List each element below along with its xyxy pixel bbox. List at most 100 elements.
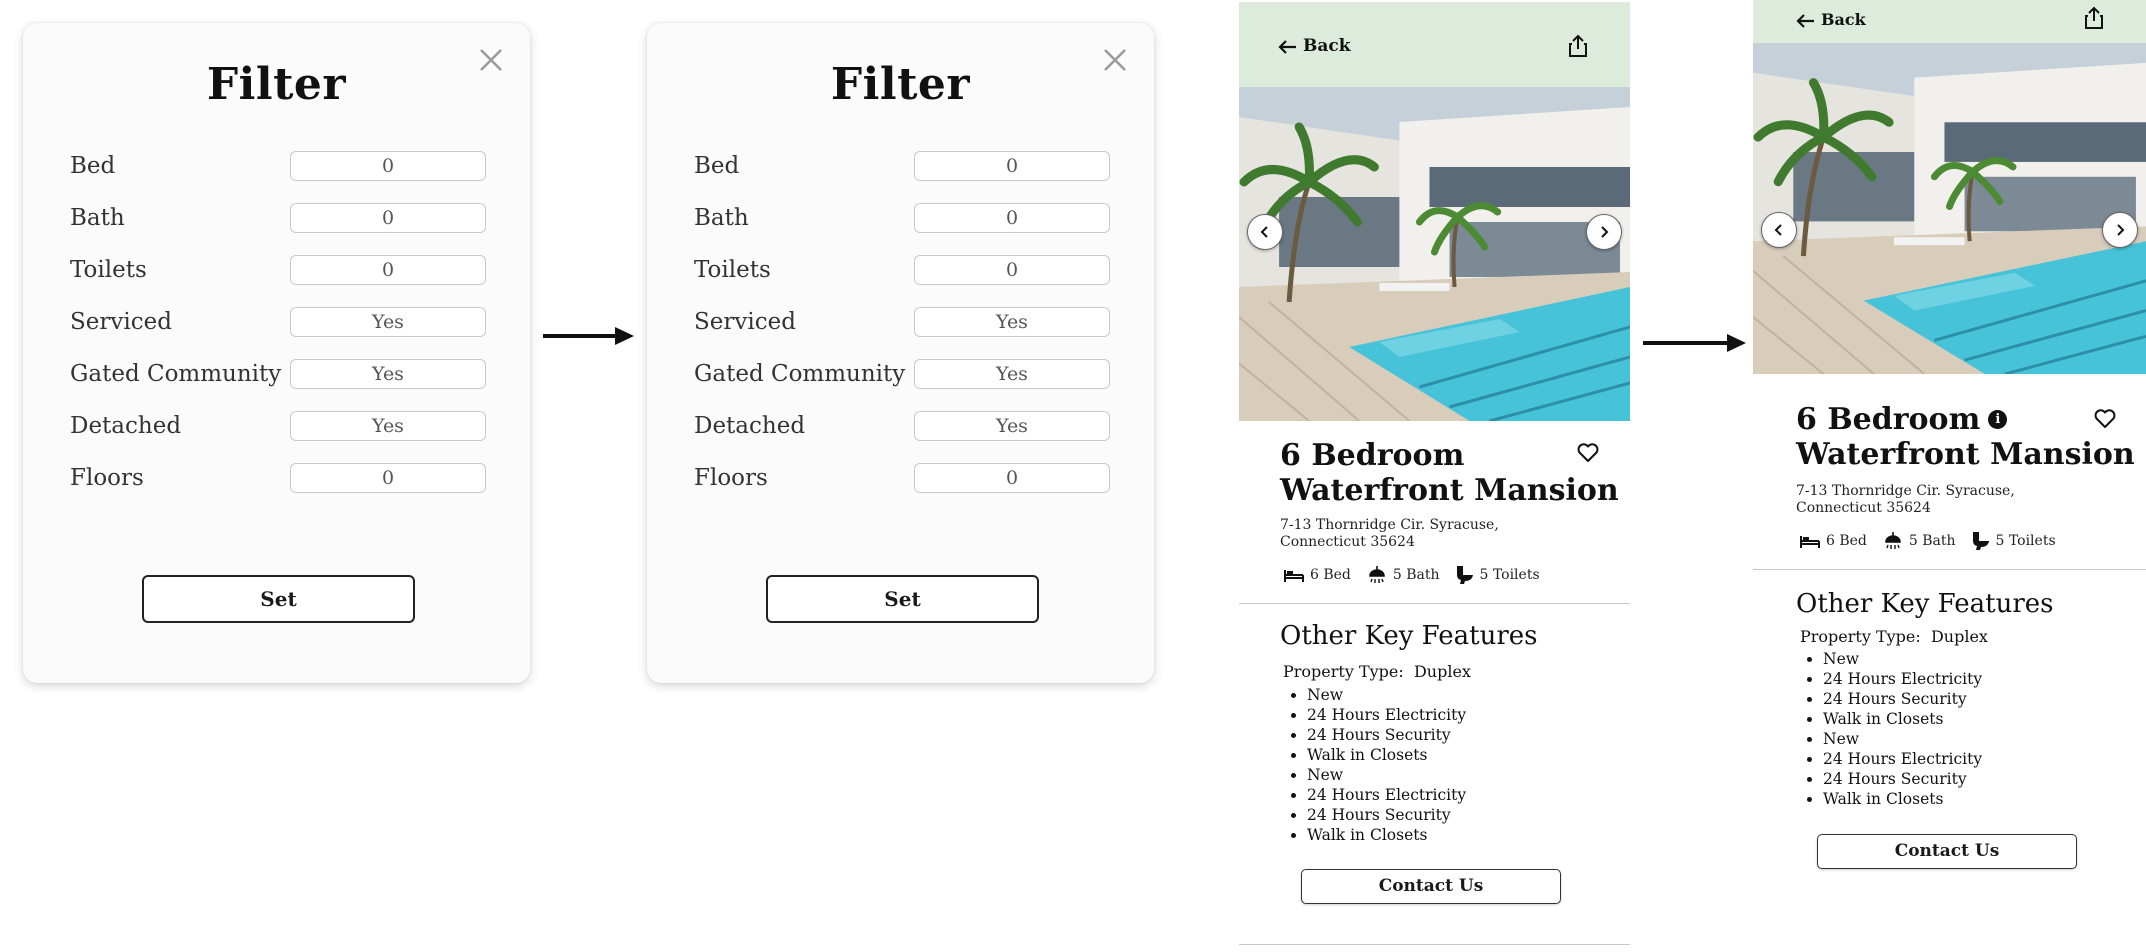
- contact-us-button[interactable]: Contact Us: [1301, 869, 1561, 904]
- property-title-line: Waterfront Mansion: [1796, 437, 2135, 472]
- property-type: Property Type: Duplex: [1800, 627, 1988, 646]
- property-detail-screen: Back: [1753, 0, 2146, 942]
- property-title-line-text: 6 Bedroom: [1796, 402, 1981, 437]
- filter-input-bed[interactable]: 0: [914, 151, 1110, 181]
- filter-select-serviced[interactable]: Yes: [290, 307, 486, 337]
- filter-modal: Filter Bed 0 Bath 0 Toilets 0 Serviced Y…: [23, 23, 530, 683]
- property-type-value: Duplex: [1930, 627, 1988, 646]
- shower-icon: [1885, 532, 1901, 549]
- feature-item: Walk in Closets: [1307, 825, 1466, 845]
- filter-label: Bed: [694, 153, 740, 179]
- feature-item: 24 Hours Security: [1307, 725, 1466, 745]
- set-button[interactable]: Set: [142, 575, 415, 623]
- filter-select-gated-community[interactable]: Yes: [914, 359, 1110, 389]
- filter-title: Filter: [830, 59, 971, 110]
- property-address: 7-13 Thornridge Cir. Syracuse, Connectic…: [1280, 517, 1499, 550]
- toilet-icon: [1456, 566, 1473, 584]
- filter-row-toilets: Toilets 0: [694, 255, 1110, 285]
- property-title-line: 6 Bedroom: [1280, 438, 1465, 473]
- filter-row-detached: Detached Yes: [70, 411, 486, 441]
- filter-row-toilets: Toilets 0: [70, 255, 486, 285]
- filter-input-toilets[interactable]: 0: [914, 255, 1110, 285]
- filter-label: Floors: [694, 465, 768, 491]
- feature-item: Walk in Closets: [1307, 745, 1466, 765]
- filter-input-bed[interactable]: 0: [290, 151, 486, 181]
- amenity-toilets-label: 5 Toilets: [1479, 567, 1540, 583]
- share-icon[interactable]: [2084, 6, 2104, 34]
- divider: [1239, 944, 1630, 945]
- filter-row-serviced: Serviced Yes: [70, 307, 486, 337]
- back-label: Back: [1821, 10, 1866, 29]
- filter-row-bath: Bath 0: [694, 203, 1110, 233]
- back-label: Back: [1303, 36, 1351, 56]
- filter-select-detached[interactable]: Yes: [914, 411, 1110, 441]
- feature-item: 24 Hours Security: [1307, 805, 1466, 825]
- amenity-bath: 5 Bath: [1367, 565, 1440, 585]
- filter-select-detached[interactable]: Yes: [290, 411, 486, 441]
- share-icon[interactable]: [1568, 34, 1588, 62]
- filter-input-bath[interactable]: 0: [914, 203, 1110, 233]
- property-address: 7-13 Thornridge Cir. Syracuse, Connectic…: [1796, 483, 2015, 516]
- amenity-bed: 6 Bed: [1800, 533, 1867, 549]
- filter-row-floors: Floors 0: [70, 463, 486, 493]
- features-list: New 24 Hours Electricity 24 Hours Securi…: [1280, 685, 1466, 845]
- set-button[interactable]: Set: [766, 575, 1039, 623]
- filter-row-gated-community: Gated Community Yes: [70, 359, 486, 389]
- feature-item: Walk in Closets: [1823, 709, 1982, 729]
- filter-input-bath[interactable]: 0: [290, 203, 486, 233]
- feature-item: 24 Hours Electricity: [1307, 785, 1466, 805]
- feature-item: New: [1307, 685, 1466, 705]
- filter-label: Bath: [694, 205, 749, 231]
- previous-photo-button[interactable]: [1247, 214, 1283, 250]
- filter-label: Toilets: [70, 257, 147, 283]
- filter-select-serviced[interactable]: Yes: [914, 307, 1110, 337]
- shower-icon: [1369, 566, 1385, 583]
- arrow-right-icon: [1643, 334, 1746, 352]
- heart-icon[interactable]: [1577, 443, 1599, 467]
- amenity-toilets: 5 Toilets: [1972, 531, 2056, 551]
- filter-modal: Filter Bed 0 Bath 0 Toilets 0 Serviced Y…: [647, 23, 1154, 683]
- filter-input-toilets[interactable]: 0: [290, 255, 486, 285]
- contact-us-button[interactable]: Contact Us: [1817, 834, 2077, 869]
- filter-row-floors: Floors 0: [694, 463, 1110, 493]
- filter-row-serviced: Serviced Yes: [694, 307, 1110, 337]
- filter-label: Gated Community: [70, 361, 282, 387]
- filter-label: Gated Community: [694, 361, 906, 387]
- feature-item: 24 Hours Security: [1823, 769, 1982, 789]
- amenity-toilets-label: 5 Toilets: [1995, 533, 2056, 549]
- filter-input-floors[interactable]: 0: [290, 463, 486, 493]
- feature-item: 24 Hours Security: [1823, 689, 1982, 709]
- amenity-bath-label: 5 Bath: [1908, 533, 1956, 549]
- previous-photo-button[interactable]: [1761, 212, 1797, 248]
- filter-input-floors[interactable]: 0: [914, 463, 1110, 493]
- back-button[interactable]: Back: [1277, 36, 1351, 56]
- bed-icon: [1800, 536, 1820, 548]
- property-type-label: Property Type:: [1800, 627, 1921, 646]
- heart-icon[interactable]: [2094, 409, 2116, 433]
- feature-item: 24 Hours Electricity: [1823, 669, 1982, 689]
- amenities-row: 6 Bed 5 Bath 5 Toilets: [1284, 565, 1556, 585]
- amenity-bed: 6 Bed: [1284, 567, 1351, 583]
- feature-item: 24 Hours Electricity: [1307, 705, 1466, 725]
- info-icon[interactable]: i: [1988, 410, 2008, 429]
- arrow-right-icon: [543, 327, 634, 345]
- top-bar: Back: [1753, 0, 2146, 43]
- chevron-right-icon: [1601, 226, 1609, 238]
- chevron-left-icon: [1774, 224, 1782, 236]
- amenity-bed-label: 6 Bed: [1826, 533, 1867, 549]
- next-photo-button[interactable]: [2102, 212, 2138, 248]
- property-title-line: Waterfront Mansion: [1280, 473, 1619, 508]
- property-type-value: Duplex: [1413, 662, 1471, 681]
- filter-label: Bed: [70, 153, 116, 179]
- filter-row-bed: Bed 0: [70, 151, 486, 181]
- filter-label: Bath: [70, 205, 125, 231]
- filter-row-gated-community: Gated Community Yes: [694, 359, 1110, 389]
- back-button[interactable]: Back: [1795, 10, 1866, 29]
- divider: [1753, 569, 2146, 570]
- filter-label: Serviced: [70, 309, 172, 335]
- toilet-icon: [1972, 532, 1989, 550]
- amenity-toilets: 5 Toilets: [1456, 565, 1540, 585]
- top-bar: Back: [1239, 2, 1630, 87]
- filter-select-gated-community[interactable]: Yes: [290, 359, 486, 389]
- next-photo-button[interactable]: [1586, 214, 1622, 250]
